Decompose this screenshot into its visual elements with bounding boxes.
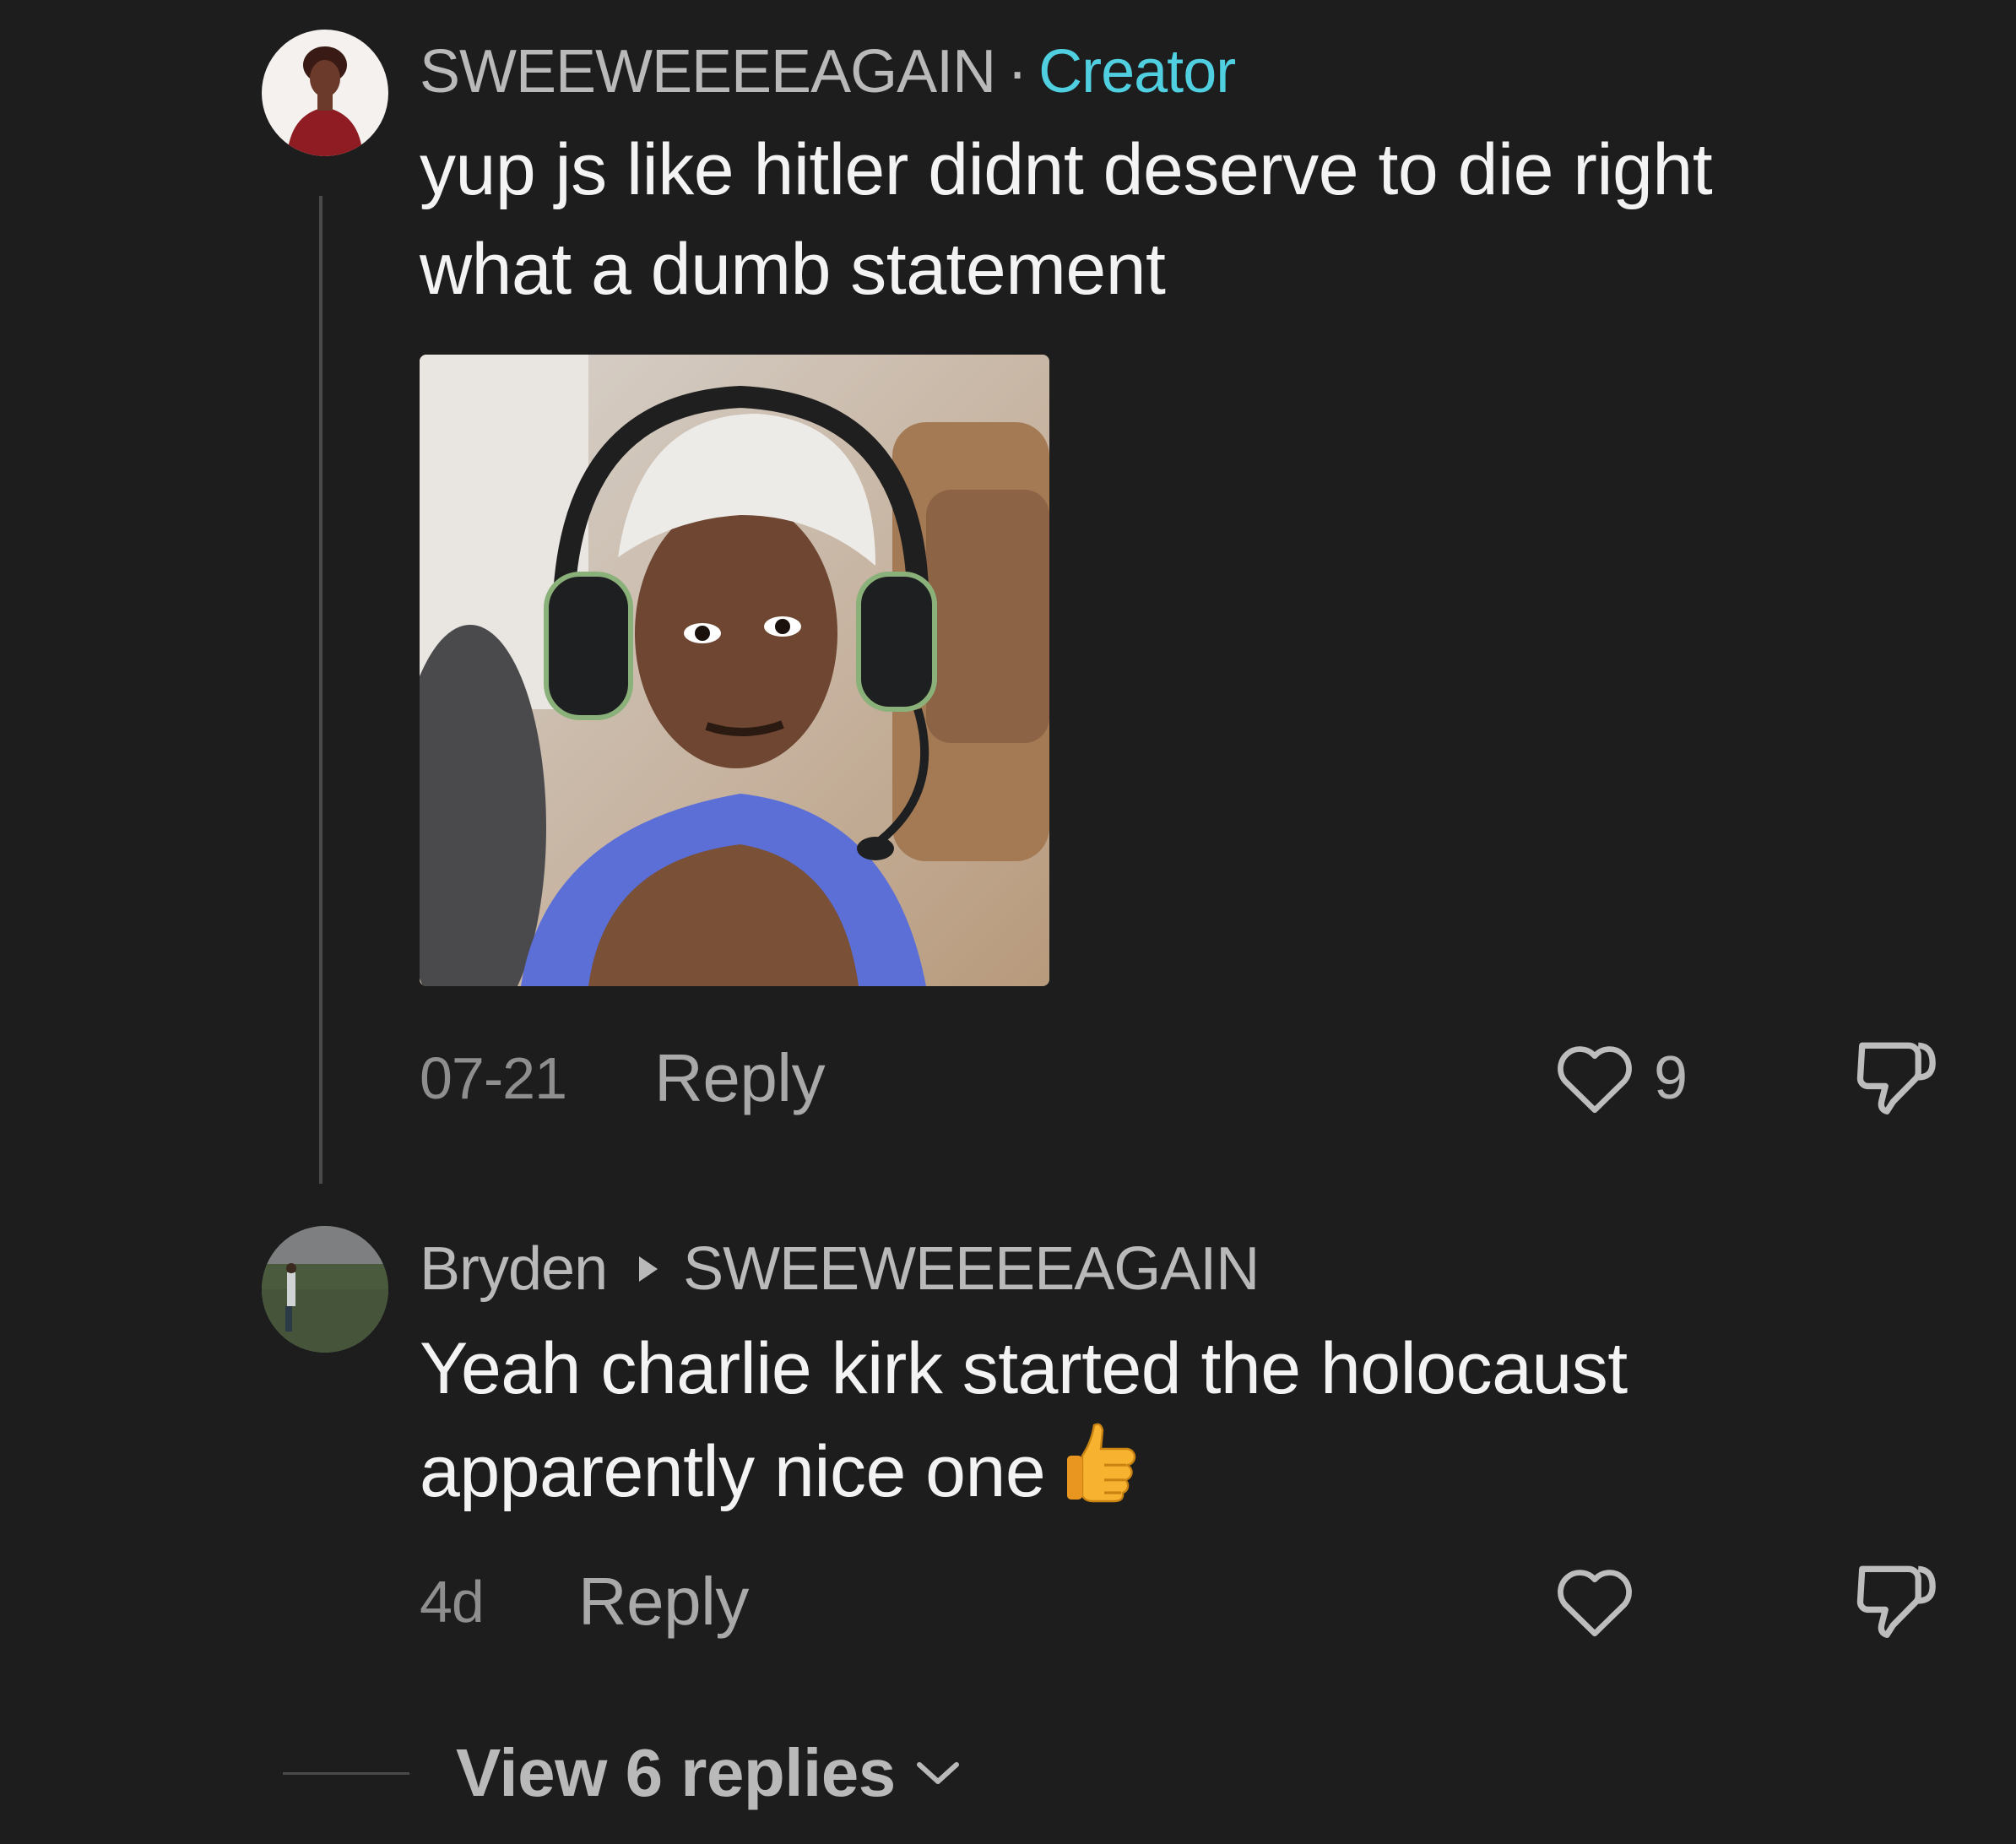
thumbs-down-outline-icon (1851, 1033, 1943, 1125)
comment-text-line: Yeah charlie kirk started the holocaust (420, 1328, 1628, 1409)
comment-text: Yeah charlie kirk started the holocaust … (420, 1319, 1957, 1532)
comment-text-line: apparently nice one (420, 1431, 1046, 1512)
view-replies-button[interactable]: View 6 replies (283, 1731, 962, 1815)
thumbs-down-outline-icon (1851, 1556, 1943, 1648)
heart-outline-icon (1551, 1038, 1639, 1120)
like-button[interactable] (1551, 1555, 1639, 1648)
comment-header: SWEEWEEEEAGAIN · Creator (420, 34, 1957, 110)
comment-text-line: yup js like hitler didnt deserve to die … (420, 129, 1713, 210)
avatar[interactable] (262, 30, 388, 156)
separator: · (1007, 38, 1027, 106)
divider (283, 1771, 409, 1775)
thread-line (319, 196, 322, 1184)
author-name[interactable]: Bryden (420, 1231, 608, 1307)
avatar[interactable] (262, 1226, 388, 1353)
thumbs-up-emoji-icon (1064, 1418, 1145, 1532)
reply-to-arrow-icon (639, 1256, 658, 1282)
comment-text: yup js like hitler didnt deserve to die … (420, 120, 1957, 319)
dislike-button[interactable] (1851, 1555, 1943, 1648)
reply-button[interactable]: Reply (654, 1039, 826, 1117)
chevron-down-icon (914, 1758, 962, 1788)
comment-actions: 4d Reply (420, 1555, 1957, 1648)
author-name[interactable]: SWEEWEEEEAGAIN (420, 34, 996, 110)
reaction-sticker-image[interactable] (420, 355, 1049, 986)
dislike-button[interactable] (1851, 1032, 1943, 1125)
like-count: 9 (1654, 1044, 1688, 1112)
comment-text-line: what a dumb statement (420, 229, 1166, 310)
timestamp: 07-21 (420, 1045, 567, 1111)
comment-text-line-with-emoji: apparently nice one (420, 1418, 1957, 1532)
comment: SWEEWEEEEAGAIN · Creator yup js like hit… (420, 34, 1957, 319)
comment: Bryden SWEEWEEEEAGAIN Yeah charlie kirk … (420, 1231, 1957, 1532)
reply-to-name[interactable]: SWEEWEEEEAGAIN (683, 1231, 1260, 1307)
comment-actions: 07-21 Reply 9 (420, 1032, 1957, 1125)
creator-badge: Creator (1038, 38, 1236, 106)
like-button[interactable]: 9 (1551, 1032, 1688, 1125)
heart-outline-icon (1551, 1561, 1639, 1643)
reply-button[interactable]: Reply (578, 1563, 750, 1641)
timestamp: 4d (420, 1569, 485, 1635)
view-replies-label: View 6 replies (456, 1735, 896, 1810)
comment-header: Bryden SWEEWEEEEAGAIN (420, 1231, 1957, 1307)
